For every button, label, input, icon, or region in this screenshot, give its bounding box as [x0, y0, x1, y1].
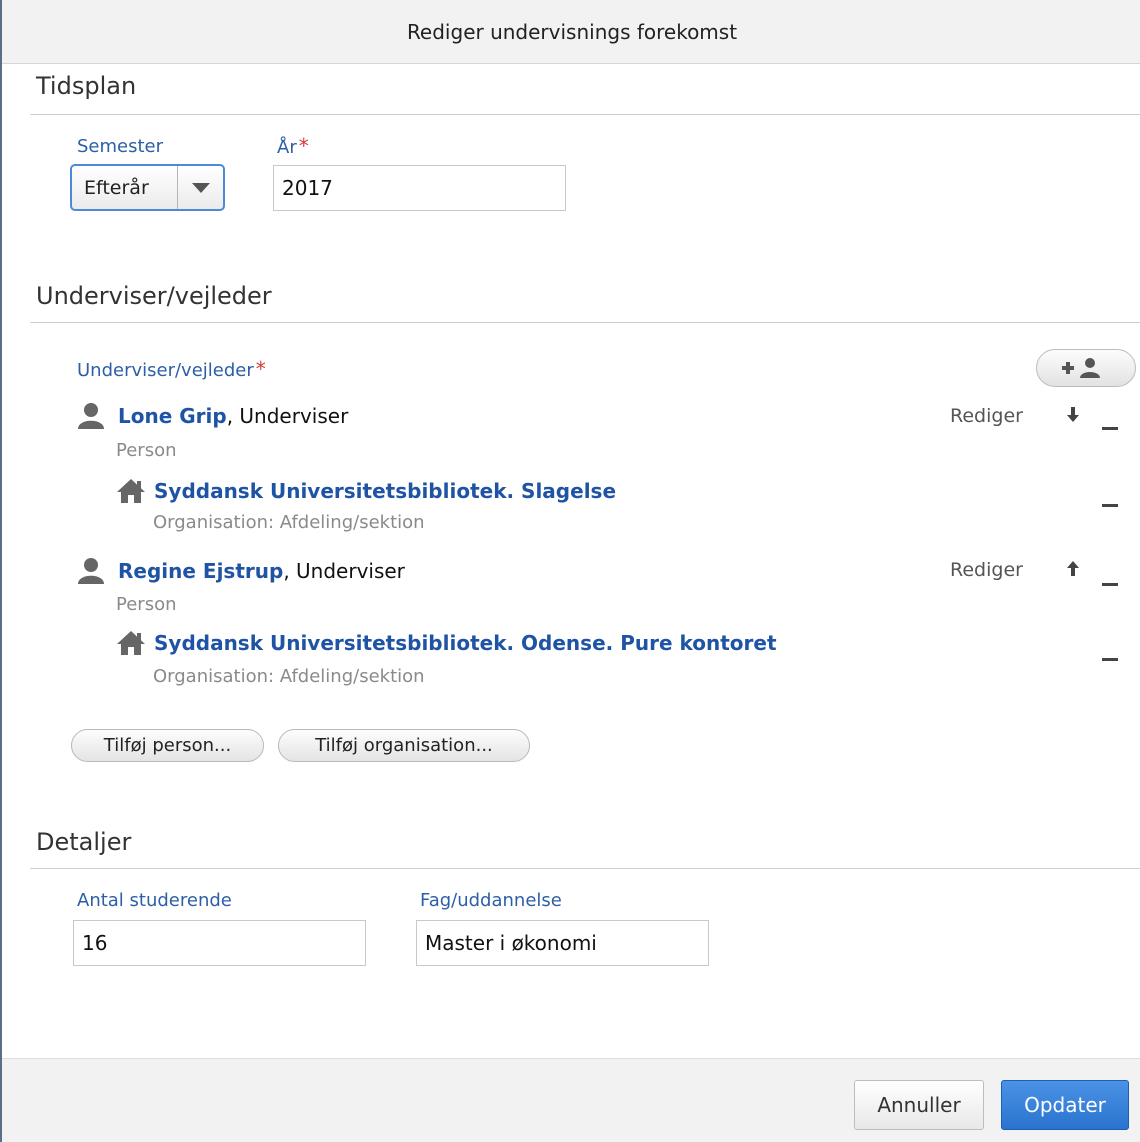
teacher-entry: Regine Ejstrup , Underviser [76, 558, 405, 584]
section-title-teachers: Underviser/vejleder [36, 282, 272, 310]
organisation-type: Organisation: Afdeling/sektion [153, 666, 425, 687]
year-input[interactable]: 2017 [273, 165, 566, 211]
teachers-field-label: Underviser/vejleder * [77, 357, 266, 381]
add-person-icon-button[interactable] [1036, 349, 1136, 387]
organisation-name-link[interactable]: Syddansk Universitetsbibliotek. Odense. … [154, 631, 777, 655]
teacher-name-link[interactable]: Lone Grip [118, 404, 227, 428]
teacher-role: , Underviser [226, 404, 349, 428]
remove-organisation-icon[interactable] [1102, 489, 1118, 514]
edit-dialog: Rediger undervisnings forekomst Tidsplan… [0, 0, 1140, 1142]
move-down-icon[interactable] [1066, 402, 1080, 430]
section-divider [30, 114, 1140, 115]
year-label: År * [277, 134, 309, 158]
update-button[interactable]: Opdater [1001, 1080, 1129, 1130]
edit-teacher-link[interactable]: Rediger [950, 405, 1023, 427]
students-label: Antal studerende [77, 890, 232, 911]
section-divider [30, 322, 1140, 323]
teacher-type: Person [116, 594, 177, 615]
organisation-type: Organisation: Afdeling/sektion [153, 512, 425, 533]
section-divider [30, 868, 1140, 869]
subject-label: Fag/uddannelse [420, 890, 562, 911]
remove-teacher-icon[interactable] [1102, 568, 1118, 593]
teacher-entry: Lone Grip , Underviser [76, 403, 348, 429]
organisation-entry: Syddansk Universitetsbibliotek. Odense. … [116, 630, 777, 656]
add-person-button[interactable]: Tilføj person... [71, 729, 264, 762]
dialog-title: Rediger undervisnings forekomst [2, 0, 1140, 64]
home-icon [116, 630, 146, 656]
section-title-details: Detaljer [36, 828, 132, 856]
chevron-down-icon [177, 166, 223, 209]
cancel-button[interactable]: Annuller [854, 1080, 984, 1130]
home-icon [116, 478, 146, 504]
required-marker: * [298, 134, 309, 158]
remove-organisation-icon[interactable] [1102, 643, 1118, 668]
section-title-schedule: Tidsplan [36, 72, 137, 100]
organisation-entry: Syddansk Universitetsbibliotek. Slagelse [116, 478, 616, 504]
person-icon [76, 558, 106, 584]
remove-teacher-icon[interactable] [1102, 412, 1118, 437]
add-person-icon [1062, 358, 1100, 378]
teacher-role: , Underviser [283, 559, 405, 583]
semester-select-value: Efterår [84, 176, 149, 199]
teacher-name-link[interactable]: Regine Ejstrup [118, 559, 283, 583]
teacher-type: Person [116, 440, 177, 461]
students-input[interactable]: 16 [73, 920, 366, 966]
add-organisation-button[interactable]: Tilføj organisation... [278, 729, 530, 762]
person-icon [76, 403, 106, 429]
organisation-name-link[interactable]: Syddansk Universitetsbibliotek. Slagelse [154, 479, 616, 503]
semester-label: Semester [77, 136, 164, 157]
move-up-icon[interactable] [1066, 559, 1080, 587]
edit-teacher-link[interactable]: Rediger [950, 559, 1023, 581]
required-marker: * [255, 357, 266, 381]
subject-input[interactable]: Master i økonomi [416, 920, 709, 966]
semester-select[interactable]: Efterår [70, 164, 225, 211]
